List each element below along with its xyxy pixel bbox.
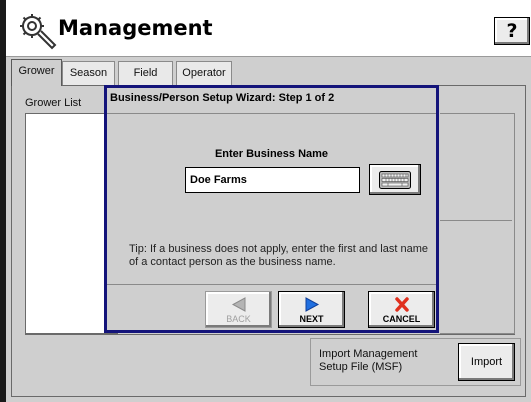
import-label: Import Management Setup File (MSF) <box>319 348 418 373</box>
details-frame <box>440 113 515 334</box>
tab-field[interactable]: Field <box>118 61 173 85</box>
wizard-button-divider <box>107 284 436 285</box>
next-label: NEXT <box>299 314 324 324</box>
business-name-prompt: Enter Business Name <box>214 148 329 160</box>
cancel-x-icon <box>394 297 409 312</box>
panel-divider <box>25 334 515 335</box>
wizard-title-divider <box>107 113 436 114</box>
app-window: Management ? Grower Season Field Operato… <box>0 0 531 402</box>
next-arrow-icon <box>305 297 319 312</box>
wizard-title: Business/Person Setup Wizard: Step 1 of … <box>110 92 335 104</box>
wizard-tip: Tip: If a business does not apply, enter… <box>129 243 428 268</box>
back-button[interactable]: BACK <box>205 291 272 328</box>
back-arrow-icon <box>231 297 245 312</box>
cancel-label: CANCEL <box>382 314 421 324</box>
business-name-input[interactable] <box>185 167 360 193</box>
tab-season[interactable]: Season <box>62 61 115 85</box>
keyboard-button[interactable] <box>369 164 421 195</box>
window-title: Management <box>58 16 213 40</box>
next-button[interactable]: NEXT <box>278 291 345 328</box>
setup-wizard-dialog: Business/Person Setup Wizard: Step 1 of … <box>104 85 439 333</box>
import-button[interactable]: Import <box>458 343 515 381</box>
cancel-button[interactable]: CANCEL <box>368 291 435 328</box>
keyboard-icon <box>379 171 411 189</box>
tab-operator[interactable]: Operator <box>176 61 232 85</box>
back-label: BACK <box>226 314 251 324</box>
details-divider <box>440 220 512 221</box>
tab-grower[interactable]: Grower <box>11 59 62 86</box>
help-button[interactable]: ? <box>494 17 530 45</box>
wrench-gear-icon <box>18 12 58 52</box>
title-bar: Management ? <box>6 0 531 57</box>
grower-list-label: Grower List <box>25 97 82 109</box>
